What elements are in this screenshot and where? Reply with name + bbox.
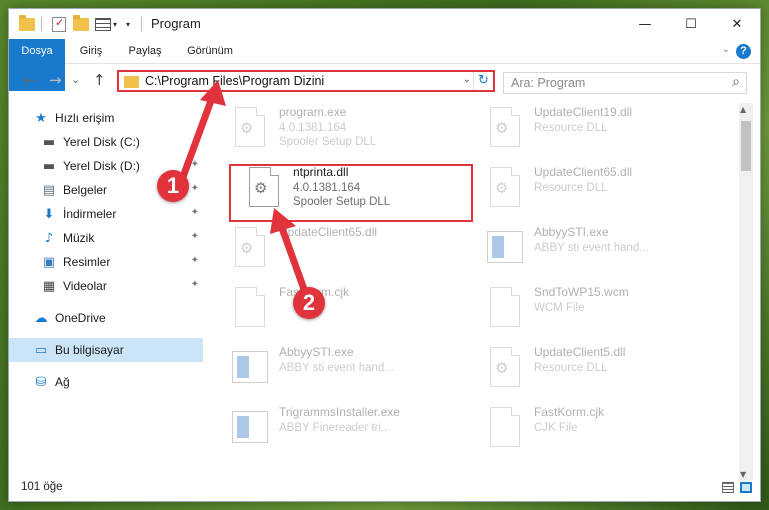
annotation-arrows [176,80,309,296]
step-badge-1: 1 [157,170,189,202]
arrow-2 [278,224,309,296]
arrow-1-head [200,80,226,106]
arrow-1 [176,94,216,189]
step-badge-2: 2 [293,287,325,319]
